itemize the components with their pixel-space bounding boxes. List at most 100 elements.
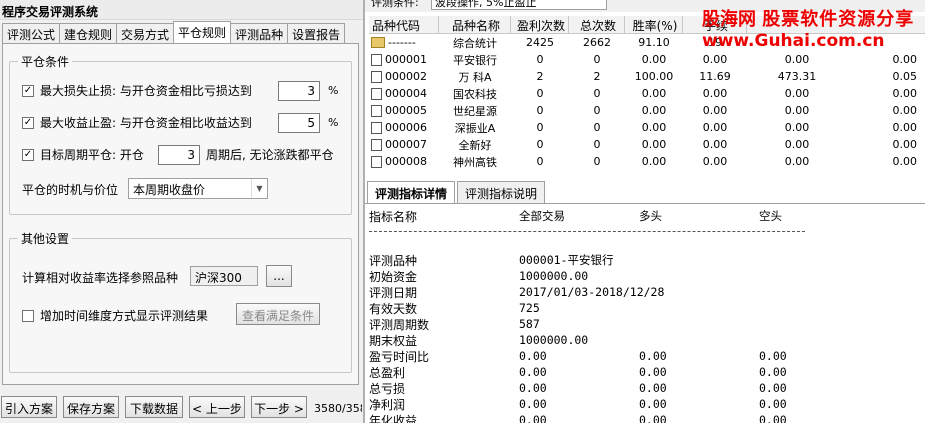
import-plan-button[interactable]: 引入方案 bbox=[1, 396, 57, 418]
filter-label: 评测条件: bbox=[371, 0, 419, 9]
watermark-title: 股海网 股票软件资源分享 bbox=[702, 5, 925, 31]
document-icon bbox=[371, 155, 382, 168]
close-conditions-group: 平仓条件 ✓ 最大损失止损: 与开仓资金相比亏损达到 3 % ✓ 最大收益止盈:… bbox=[9, 53, 352, 215]
col-code[interactable]: 品种代码 bbox=[369, 16, 439, 33]
metric-row: 年化收益 0.00 0.00 0.00 bbox=[369, 412, 921, 423]
document-icon bbox=[371, 70, 382, 83]
cell-code: 000006 bbox=[369, 121, 439, 134]
target-period-input[interactable]: 3 bbox=[158, 145, 200, 165]
tab-divider bbox=[365, 203, 925, 204]
cell-rate: 91.10 bbox=[638, 36, 670, 49]
metric-name: 年化收益 bbox=[369, 413, 418, 423]
metric-short: 0.00 bbox=[759, 397, 787, 411]
table-row[interactable]: 000004 国农科技 0 0 0.00 0.00 0.00 0.00 bbox=[369, 85, 925, 102]
cell-total: 2662 bbox=[583, 36, 611, 49]
cell-code-text: 000004 bbox=[385, 87, 427, 100]
results-pane: 评测条件: 波段操作, 5%止盈止 品种代码 品种名称 盈利次数 总次数 胜率(… bbox=[363, 0, 925, 423]
metric-row: 评测周期数 587 bbox=[369, 316, 921, 332]
cell-total: 0 bbox=[593, 121, 601, 134]
col-rate[interactable]: 胜率(%) bbox=[625, 16, 683, 33]
table-row[interactable]: 000005 世纪星源 0 0 0.00 0.00 0.00 0.00 bbox=[369, 102, 925, 119]
metric-short: 0.00 bbox=[759, 365, 787, 379]
metric-row: 评测品种 000001-平安银行 bbox=[369, 252, 921, 268]
cell-fee: 11.69 bbox=[699, 70, 731, 83]
document-icon bbox=[371, 104, 382, 117]
settings-tabs: 评测公式 建仓规则 交易方式 平仓规则 评测品种 设置报告 bbox=[2, 21, 346, 43]
benchmark-field: 沪深300 bbox=[190, 266, 258, 286]
max-loss-input[interactable]: 3 bbox=[278, 81, 320, 101]
next-step-button[interactable]: 下一步 > bbox=[251, 396, 307, 418]
cell-code: 000007 bbox=[369, 138, 439, 151]
benchmark-browse-button[interactable]: ... bbox=[266, 265, 292, 287]
metric-col-name: 指标名称 bbox=[369, 210, 418, 224]
max-loss-checkbox[interactable]: ✓ bbox=[22, 84, 34, 97]
col-total[interactable]: 总次数 bbox=[569, 16, 625, 33]
site-watermark: 股海网 股票软件资源分享 www.Guhai.com.cn bbox=[702, 5, 925, 51]
metric-col-short: 空头 bbox=[759, 209, 782, 223]
metric-all: 0.00 bbox=[519, 365, 547, 379]
cell-code: 000008 bbox=[369, 155, 439, 168]
metric-col-long: 多头 bbox=[639, 209, 662, 223]
table-row[interactable]: 000007 全新好 0 0 0.00 0.00 0.00 0.00 bbox=[369, 136, 925, 153]
cell-c6: 0.00 bbox=[784, 87, 810, 100]
table-row[interactable]: 000002 万 科A 2 2 100.00 11.69 473.31 0.05 bbox=[369, 68, 925, 85]
metric-name: 评测日期 bbox=[369, 285, 418, 300]
tab-trade-mode[interactable]: 交易方式 bbox=[116, 23, 175, 43]
metric-name: 有效天数 bbox=[369, 301, 418, 316]
max-profit-input[interactable]: 5 bbox=[278, 113, 320, 133]
prev-step-button[interactable]: < 上一步 bbox=[189, 396, 245, 418]
metric-all: 000001-平安银行 bbox=[519, 253, 614, 267]
metric-col-all: 全部交易 bbox=[519, 209, 565, 223]
max-profit-checkbox[interactable]: ✓ bbox=[22, 116, 34, 129]
table-row[interactable]: 000008 神州高铁 0 0 0.00 0.00 0.00 0.00 bbox=[369, 153, 925, 170]
tab-report[interactable]: 设置报告 bbox=[287, 23, 346, 43]
save-plan-button[interactable]: 保存方案 bbox=[63, 396, 119, 418]
cell-rate: 0.00 bbox=[641, 53, 667, 66]
metric-all: 1000000.00 bbox=[519, 269, 589, 283]
cell-code-text: ------- bbox=[388, 36, 416, 49]
cell-c6: 0.00 bbox=[784, 138, 810, 151]
time-dim-checkbox[interactable] bbox=[22, 309, 34, 322]
metric-all: 0.00 bbox=[519, 381, 547, 395]
results-table-body: ------- 综合统计 2425 2662 91.10 19 000001 平安银行 0 0 0.… bbox=[369, 34, 925, 170]
metric-row bbox=[369, 236, 921, 252]
cell-c6: 473.31 bbox=[777, 70, 817, 83]
table-row[interactable]: 000006 深振业A 0 0 0.00 0.00 0.00 0.00 bbox=[369, 119, 925, 136]
benchmark-label: 计算相对收益率选择参照品种 bbox=[22, 271, 179, 285]
detail-tabs: 评测指标详情 评测指标说明 bbox=[367, 181, 547, 203]
tab-metric-help[interactable]: 评测指标说明 bbox=[457, 181, 546, 203]
metric-all: 587 bbox=[519, 317, 540, 331]
cell-code-text: 000002 bbox=[385, 70, 427, 83]
cell-c7: 0.00 bbox=[892, 138, 918, 151]
table-row[interactable]: 000001 平安银行 0 0 0.00 0.00 0.00 0.00 bbox=[369, 51, 925, 68]
cell-code: ------- bbox=[369, 36, 439, 49]
view-matches-button[interactable]: 查看满足条件 bbox=[236, 303, 320, 325]
cell-wins: 0 bbox=[536, 121, 544, 134]
metric-long: 0.00 bbox=[639, 365, 667, 379]
cell-total: 0 bbox=[593, 138, 601, 151]
cell-code: 000002 bbox=[369, 70, 439, 83]
col-name[interactable]: 品种名称 bbox=[439, 16, 511, 33]
cell-rate: 0.00 bbox=[641, 121, 667, 134]
close-timing-label: 平仓的时机与价位 bbox=[22, 183, 119, 197]
cell-fee: 0.00 bbox=[702, 104, 728, 117]
filter-select[interactable]: 波段操作, 5%止盈止 bbox=[431, 0, 607, 10]
target-period-checkbox[interactable]: ✓ bbox=[22, 148, 34, 161]
tab-open-rules[interactable]: 建仓规则 bbox=[59, 23, 118, 43]
close-timing-value: 本周期收盘价 bbox=[133, 183, 206, 197]
metric-all: 0.00 bbox=[519, 413, 547, 423]
tab-instruments[interactable]: 评测品种 bbox=[230, 23, 289, 43]
chevron-down-icon[interactable]: ▼ bbox=[251, 179, 267, 198]
other-settings-group: 其他设置 计算相对收益率选择参照品种 沪深300 ... 增加时间维度方式显示评… bbox=[9, 230, 352, 373]
cell-code-text: 000001 bbox=[385, 53, 427, 66]
col-wins[interactable]: 盈利次数 bbox=[511, 16, 569, 33]
tab-metric-details[interactable]: 评测指标详情 bbox=[367, 181, 456, 203]
close-timing-select[interactable]: 本周期收盘价 ▼ bbox=[128, 178, 268, 199]
download-data-button[interactable]: 下载数据 bbox=[125, 396, 183, 418]
tab-close-rules[interactable]: 平仓规则 bbox=[173, 21, 232, 43]
cell-wins: 0 bbox=[536, 87, 544, 100]
tab-formula[interactable]: 评测公式 bbox=[2, 23, 61, 43]
cell-fee: 0.00 bbox=[702, 87, 728, 100]
cell-c6: 0.00 bbox=[784, 53, 810, 66]
cell-total: 0 bbox=[593, 87, 601, 100]
